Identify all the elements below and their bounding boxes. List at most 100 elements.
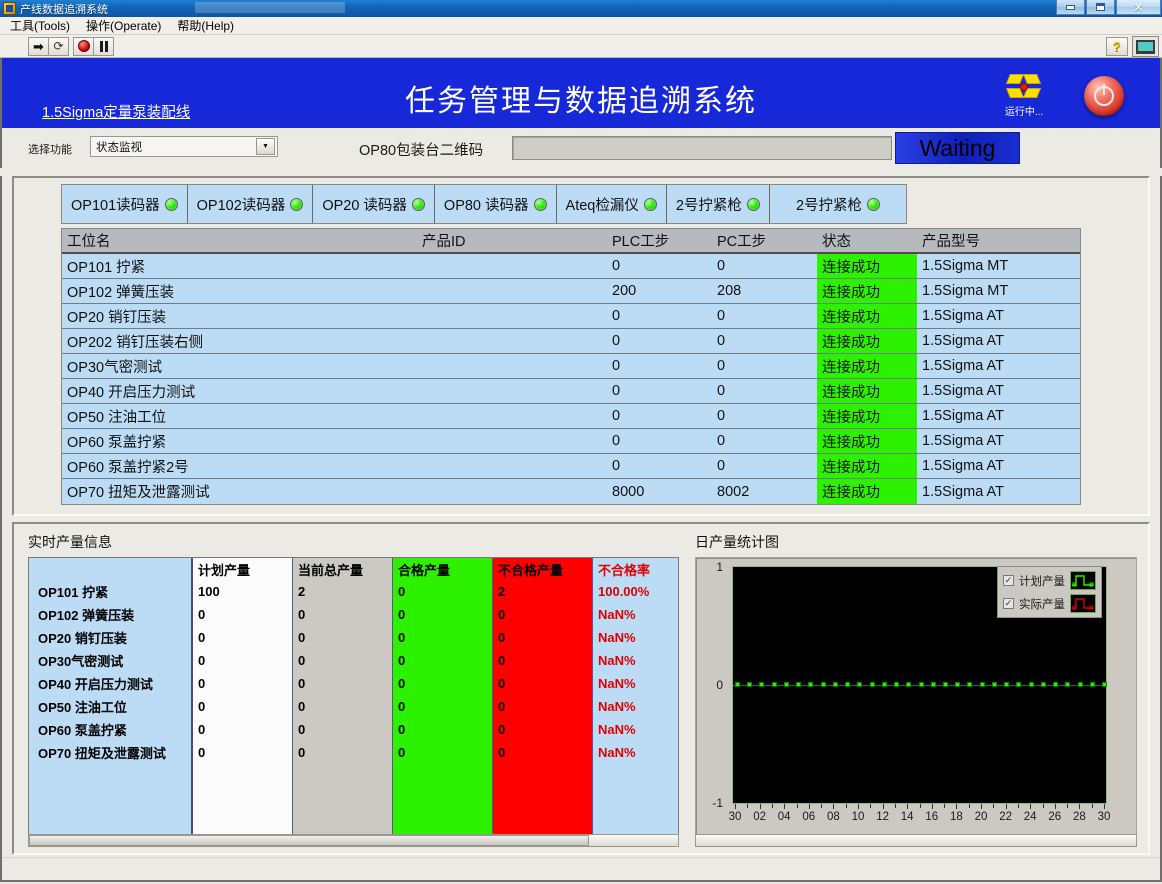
cell-model: 1.5Sigma AT <box>922 408 1004 424</box>
table-row[interactable]: OP20 销钉压装 0 0 连接成功 1.5Sigma AT <box>62 304 1080 329</box>
cell-state: 连接成功 <box>817 329 917 353</box>
cell-state: 连接成功 <box>817 429 917 453</box>
tab-op102-reader[interactable]: OP102读码器 <box>187 185 314 223</box>
abort-button[interactable] <box>73 36 94 56</box>
realtime-production-table[interactable]: OP101 拧紧 OP102 弹簧压装 OP20 销钉压装 OP30气密测试 O… <box>28 557 679 844</box>
toolbar: ➡ ⟳ ? <box>0 35 1162 58</box>
cell-pc-step: 8002 <box>717 483 750 500</box>
toolbar-right-group: ? <box>1106 35 1159 58</box>
column-header-pass: 合格产量 <box>398 562 451 578</box>
production-column-plan: 计划产量 100 0 0 0 0 0 0 0 <box>193 558 293 843</box>
production-horizontal-scrollbar[interactable] <box>28 834 679 847</box>
cell-model: 1.5Sigma AT <box>922 358 1004 374</box>
app-banner: 1.5Sigma定量泵装配线 任务管理与数据追溯系统 运行中... <box>0 58 1162 128</box>
x-tick-mark <box>956 804 958 809</box>
cell-total: 0 <box>298 699 306 714</box>
cell-station: OP60 泵盖拧紧 <box>38 723 127 738</box>
x-minor-tick-mark <box>1091 804 1093 808</box>
tab-op20-reader[interactable]: OP20 读码器 <box>313 185 435 223</box>
cell-pc-step: 208 <box>717 283 742 299</box>
tab-tightening-gun-2b[interactable]: 2号拧紧枪 <box>769 185 907 223</box>
barcode-input[interactable] <box>512 136 892 160</box>
table-row[interactable]: OP60 泵盖拧紧 0 0 连接成功 1.5Sigma AT <box>62 429 1080 454</box>
maximize-button[interactable] <box>1086 0 1115 15</box>
table-row[interactable]: OP30气密测试 0 0 连接成功 1.5Sigma AT <box>62 354 1080 379</box>
cell-product-id <box>417 254 607 278</box>
help-button[interactable]: ? <box>1106 37 1128 56</box>
table-row[interactable]: OP202 销钉压装右侧 0 0 连接成功 1.5Sigma AT <box>62 329 1080 354</box>
page-title: 任务管理与数据追溯系统 <box>405 84 757 119</box>
x-tick-label: 28 <box>1072 811 1086 823</box>
cell-state: 连接成功 <box>817 304 917 328</box>
legend-checkbox[interactable]: ✓ <box>1003 575 1014 586</box>
data-point <box>1004 682 1010 687</box>
column-header-state: 状态 <box>822 234 851 250</box>
legend-item-planned[interactable]: ✓ 计划产量 <box>1003 571 1096 590</box>
production-column-fail-rate: 不合格率 100.00% NaN% NaN% NaN% NaN% NaN% Na… <box>593 558 678 843</box>
cell-fail: 0 <box>498 745 506 760</box>
data-point <box>796 682 802 687</box>
legend-item-actual[interactable]: ✓ 实际产量 <box>1003 594 1096 613</box>
tab-ateq-leak-tester[interactable]: Ateq检漏仪 <box>556 185 667 223</box>
data-point <box>930 682 936 687</box>
monitor-button[interactable] <box>1132 36 1159 57</box>
status-led-icon <box>746 197 760 211</box>
cell-plc-step: 0 <box>612 408 621 424</box>
cell-model: 1.5Sigma AT <box>922 433 1004 449</box>
tab-op101-reader[interactable]: OP101读码器 <box>62 185 188 223</box>
table-row[interactable]: OP70 扭矩及泄露测试 8000 8002 连接成功 1.5Sigma AT <box>62 479 1080 504</box>
x-tick-label: 02 <box>753 811 766 823</box>
cell-pass: 0 <box>398 676 406 691</box>
chart-legend[interactable]: ✓ 计划产量 ✓ 实际产量 <box>997 566 1102 618</box>
tab-tightening-gun-2a[interactable]: 2号拧紧枪 <box>666 185 770 223</box>
menu-operate[interactable]: 操作(Operate) <box>86 17 161 34</box>
power-stop-icon <box>1094 84 1114 106</box>
tab-op80-reader[interactable]: OP80 读码器 <box>434 185 557 223</box>
menu-help[interactable]: 帮助(Help) <box>177 17 234 34</box>
x-tick-mark <box>907 804 909 809</box>
close-button[interactable]: ✕ <box>1116 0 1161 15</box>
x-tick-label: 06 <box>802 811 816 823</box>
function-select-dropdown[interactable]: 状态监视 ▼ <box>90 136 278 157</box>
x-tick-label: 10 <box>851 811 865 823</box>
minimize-icon <box>1066 4 1075 10</box>
data-point <box>747 682 753 687</box>
data-point <box>881 682 887 687</box>
column-header-fail-rate: 不合格率 <box>598 562 651 578</box>
function-select-label: 选择功能 <box>28 144 72 156</box>
tab-label: 2号拧紧枪 <box>675 197 742 214</box>
chevron-down-icon[interactable]: ▼ <box>256 138 275 155</box>
run-button[interactable]: ➡ <box>28 36 49 56</box>
chart-horizontal-scrollbar[interactable] <box>695 834 1137 847</box>
status-led-icon <box>533 197 547 211</box>
x-minor-tick-mark <box>821 804 823 808</box>
column-header-station: 工位名 <box>67 234 111 250</box>
run-continuously-button[interactable]: ⟳ <box>48 36 69 56</box>
cell-station: OP101 拧紧 <box>67 259 146 276</box>
cell-station: OP70 扭矩及泄露测试 <box>38 746 166 761</box>
main-content: OP101读码器 OP102读码器 OP20 读码器 OP80 读码器 Ateq… <box>0 176 1162 882</box>
cell-total: 0 <box>298 653 306 668</box>
cell-plc-step: 8000 <box>612 483 645 500</box>
maximize-icon <box>1096 3 1105 11</box>
menu-tools[interactable]: 工具(Tools) <box>10 17 70 34</box>
minimize-button[interactable] <box>1056 0 1085 15</box>
table-row[interactable]: OP101 拧紧 0 0 连接成功 1.5Sigma MT <box>62 254 1080 279</box>
cell-product-id <box>417 479 607 504</box>
cell-plc-step: 0 <box>612 458 621 474</box>
x-tick-mark <box>833 804 835 809</box>
y-tick-label: -1 <box>712 796 723 810</box>
table-row[interactable]: OP102 弹簧压装 200 208 连接成功 1.5Sigma MT <box>62 279 1080 304</box>
daily-output-chart[interactable]: 1 0 -1 30 02 04 06 08 10 12 14 16 18 20 22 24 26 28 30 … <box>695 557 1137 844</box>
power-stop-button[interactable] <box>1084 76 1124 116</box>
legend-checkbox[interactable]: ✓ <box>1003 598 1014 609</box>
cell-station: OP30气密测试 <box>38 654 124 669</box>
pause-button[interactable] <box>93 36 114 56</box>
x-minor-tick-mark <box>747 804 749 808</box>
table-row[interactable]: OP50 注油工位 0 0 连接成功 1.5Sigma AT <box>62 404 1080 429</box>
table-row[interactable]: OP40 开启压力测试 0 0 连接成功 1.5Sigma AT <box>62 379 1080 404</box>
table-row[interactable]: OP60 泵盖拧紧2号 0 0 连接成功 1.5Sigma AT <box>62 454 1080 479</box>
x-tick-label: 22 <box>999 811 1012 823</box>
cell-product-id <box>417 429 607 453</box>
scrollbar-thumb[interactable] <box>29 835 589 846</box>
